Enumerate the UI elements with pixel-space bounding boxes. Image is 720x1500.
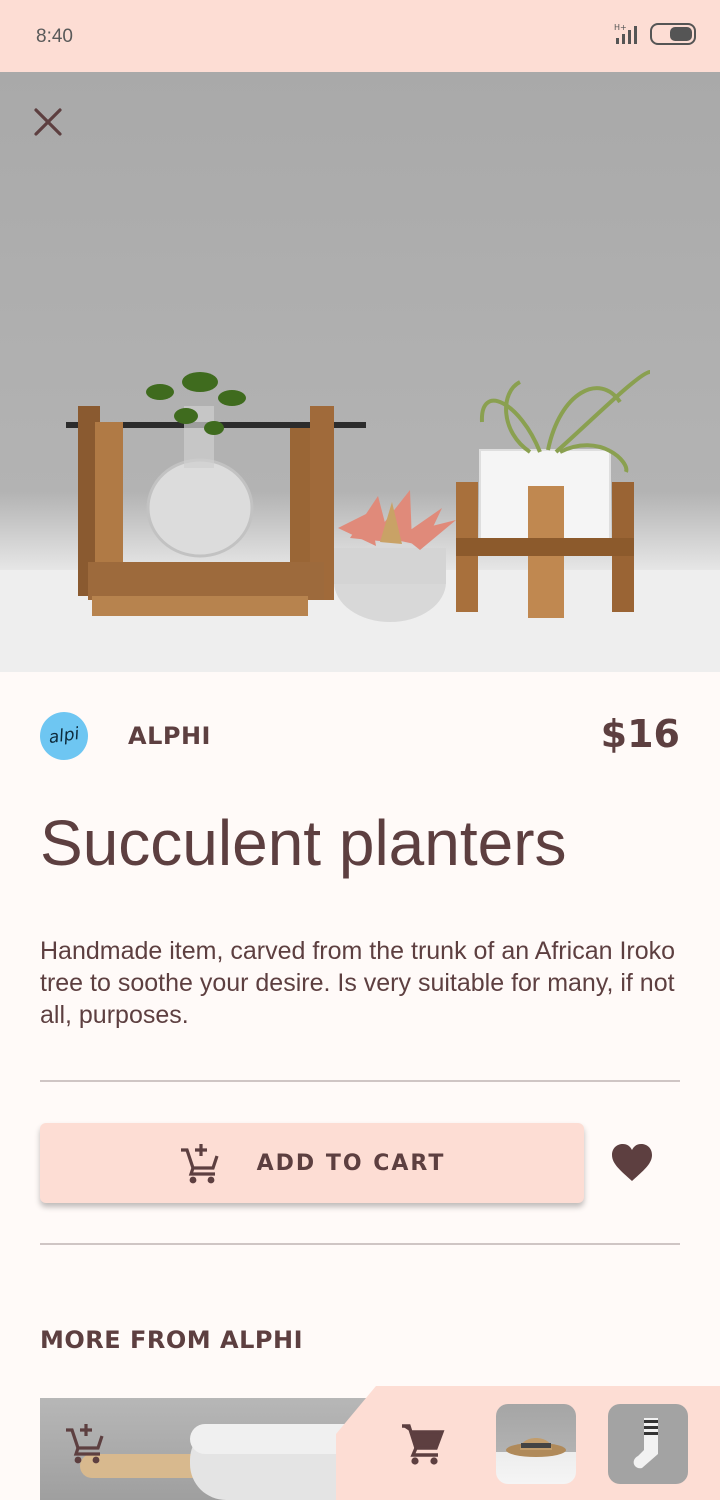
vendor-name[interactable]: ALPHI: [128, 722, 211, 750]
add-shopping-cart-icon: [180, 1144, 219, 1184]
related-product-card[interactable]: [40, 1398, 380, 1500]
add-shopping-cart-icon[interactable]: [64, 1422, 106, 1464]
cart-item-thumbnail[interactable]: [608, 1404, 688, 1484]
close-button[interactable]: [22, 96, 74, 148]
product-price: $16: [600, 712, 680, 756]
product-image: [0, 72, 720, 672]
divider: [40, 1243, 680, 1245]
favorite-button[interactable]: [604, 1137, 660, 1189]
status-icons: H+: [614, 22, 696, 46]
status-time: 8:40: [36, 26, 73, 47]
divider: [40, 1080, 680, 1082]
socks-image: [633, 1418, 658, 1469]
vendor-logo[interactable]: alpi: [36, 708, 92, 764]
add-to-cart-label: ADD TO CART: [256, 1150, 446, 1176]
svg-text:H+: H+: [614, 23, 627, 32]
add-to-cart-button[interactable]: ADD TO CART: [40, 1123, 584, 1203]
hat-image: [506, 1438, 566, 1457]
more-from-heading: MORE FROM ALPHI: [40, 1326, 304, 1354]
shopping-cart-icon[interactable]: [400, 1420, 446, 1466]
status-bar: 8:40 H+: [0, 0, 720, 72]
battery-icon: [650, 23, 696, 45]
close-icon: [34, 108, 62, 136]
vendor-row: alpi ALPHI $16: [36, 708, 680, 764]
cart-item-thumbnail[interactable]: [496, 1404, 576, 1484]
heart-icon: [612, 1144, 652, 1181]
product-title: Succulent planters: [40, 807, 567, 879]
signal-icon: H+: [614, 23, 637, 44]
product-description: Handmade item, carved from the trunk of …: [40, 937, 676, 1029]
product-photo: [0, 370, 720, 672]
